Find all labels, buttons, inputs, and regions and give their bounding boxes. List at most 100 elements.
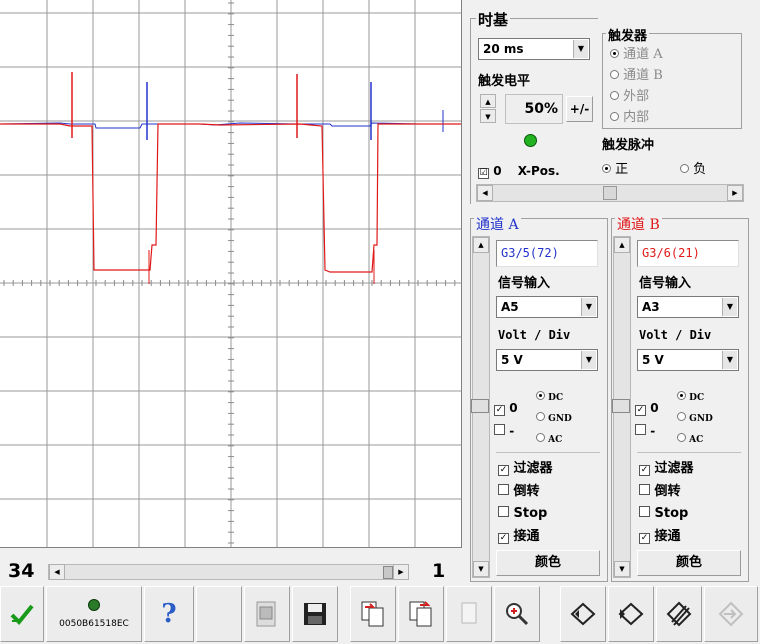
scroll-left-icon[interactable]: ◀ [49, 564, 65, 580]
channel-a-scrollbar[interactable]: ▲ ▼ [471, 236, 490, 578]
channel-b-coupling: DC GND AC [677, 388, 713, 451]
channel-a-input-select[interactable]: A5 ▼ [496, 296, 598, 318]
coupling-dc[interactable]: DC [536, 388, 572, 409]
pulse-negative[interactable]: 负 [680, 158, 706, 177]
trigger-level-unit: % [543, 101, 558, 117]
oscilloscope-screen[interactable] [0, 0, 462, 548]
device-id-label: 0050B61518EC [59, 619, 129, 629]
pulse-neg-label: 负 [693, 162, 707, 177]
trigger-title: 触发器 [606, 25, 650, 44]
channel-a-minus-row: - [494, 424, 514, 438]
channel-a-connect[interactable]: ✓ 接通 [498, 526, 553, 549]
channel-b-invert[interactable]: 倒转 [639, 481, 694, 504]
coupling-ac[interactable]: AC [677, 430, 713, 451]
channel-b-stop[interactable]: Stop [639, 503, 694, 526]
blank-document-icon [461, 602, 477, 624]
horizontal-scrollbar[interactable]: ◀ ▶ [48, 564, 409, 580]
radio-icon [680, 164, 689, 173]
crossed-diamond-icon [666, 601, 692, 627]
step-left-button[interactable] [560, 586, 606, 642]
reset-button[interactable] [656, 586, 702, 642]
scroll-up-icon[interactable]: ▲ [473, 237, 489, 253]
xpos-row: ☑ 0 X-Pos. [478, 164, 560, 179]
coupling-dc[interactable]: DC [677, 388, 713, 409]
xpos-left-icon[interactable]: ◀ [477, 185, 493, 201]
scroll-thumb[interactable] [383, 566, 393, 579]
checkbox-icon [639, 483, 650, 495]
channel-b-scrollbar[interactable]: ▲ ▼ [612, 236, 631, 578]
coupling-gnd[interactable]: GND [677, 409, 713, 430]
channel-b-volt-select[interactable]: 5 V ▼ [637, 349, 739, 371]
channel-a-offset-checkbox[interactable]: ✓ [494, 405, 505, 416]
chevron-down-icon: ▼ [722, 351, 737, 369]
channel-a-invert[interactable]: 倒转 [498, 481, 553, 504]
channel-a-offset-value: 0 [509, 401, 518, 415]
checkbox-icon [639, 506, 650, 517]
trigger-led-icon [524, 134, 537, 147]
channel-b-connect[interactable]: ✓ 接通 [639, 526, 694, 549]
xpos-right-icon[interactable]: ▶ [727, 185, 743, 201]
channel-b-color-button[interactable]: 颜色 [637, 550, 741, 576]
channel-b-input-select[interactable]: A3 ▼ [637, 296, 739, 318]
chevron-down-icon: ▼ [573, 40, 588, 58]
channel-a-stop[interactable]: Stop [498, 503, 553, 526]
xpos-checkbox[interactable]: ☑ [478, 168, 489, 179]
channel-a-input-label: 信号输入 [498, 276, 551, 291]
pulse-positive[interactable]: 正 [602, 158, 628, 177]
trigger-source-b[interactable]: 通道 B [610, 65, 663, 86]
copy-document-icon [361, 601, 384, 627]
scroll-thumb[interactable] [612, 399, 630, 413]
channel-a-title: 通道 A [474, 214, 521, 234]
trigger-source-int[interactable]: 内部 [610, 107, 663, 128]
diamond-arrow-icon [718, 601, 744, 627]
coupling-ac-label: AC [689, 435, 704, 445]
scroll-down-icon[interactable]: ▼ [473, 561, 489, 577]
zoom-button[interactable] [494, 586, 540, 642]
timebase-select[interactable]: 20 ms ▼ [478, 38, 590, 60]
channel-a-coupling: DC GND AC [536, 388, 572, 451]
xpos-thumb[interactable] [603, 186, 617, 200]
xpos-label: X-Pos. [517, 164, 560, 178]
export-gif-button[interactable] [244, 586, 290, 642]
channel-a-color-button[interactable]: 颜色 [496, 550, 600, 576]
scroll-up-icon[interactable]: ▲ [614, 237, 630, 253]
plusminus-button[interactable]: +/- [566, 96, 593, 122]
confirm-button[interactable] [0, 586, 44, 642]
scroll-down-icon[interactable]: ▼ [614, 561, 630, 577]
checkbox-icon [498, 506, 509, 517]
channel-b-signal[interactable]: G3/6(21) [637, 240, 739, 267]
xpos-scrollbar[interactable]: ◀ ▶ [476, 184, 744, 202]
scope-graticule [0, 0, 461, 547]
scroll-right-icon[interactable]: ▶ [393, 564, 409, 580]
channel-b-offset-checkbox[interactable]: ✓ [635, 405, 646, 416]
channel-b-minus-checkbox[interactable] [635, 424, 646, 435]
copy-b-button[interactable] [398, 586, 444, 642]
channel-a-volt-value: 5 V [501, 353, 523, 367]
level-down-icon[interactable]: ▼ [480, 109, 496, 123]
source-int-label: 内部 [623, 110, 650, 125]
channel-a-filter[interactable]: ✓ 过滤器 [498, 458, 553, 481]
trigger-source-a[interactable]: 通道 A [610, 44, 663, 65]
timebase-value: 20 ms [483, 42, 524, 56]
channel-b-options: ✓ 过滤器 倒转 Stop ✓ 接通 [639, 458, 694, 548]
trigger-level-field[interactable]: 50% [505, 94, 563, 124]
level-up-icon[interactable]: ▲ [480, 94, 496, 108]
channel-a-volt-select[interactable]: 5 V ▼ [496, 349, 598, 371]
trigger-source-ext[interactable]: 外部 [610, 86, 663, 107]
channel-a-signal[interactable]: G3/5(72) [496, 240, 598, 267]
step-right-button[interactable] [608, 586, 654, 642]
channel-b-filter[interactable]: ✓ 过滤器 [639, 458, 694, 481]
save-button[interactable] [292, 586, 338, 642]
help-button[interactable]: ? [144, 586, 194, 642]
copy-a-button[interactable] [350, 586, 396, 642]
checkbox-icon: ✓ [639, 465, 650, 476]
radio-icon [610, 70, 619, 79]
channel-a-minus-checkbox[interactable] [494, 424, 505, 435]
channel-a-input-value: A5 [501, 300, 519, 314]
radio-icon [610, 49, 619, 58]
channel-a-minus-label: - [509, 424, 515, 438]
coupling-gnd[interactable]: GND [536, 409, 572, 430]
device-status-button[interactable]: 0050B61518EC [46, 586, 142, 642]
coupling-ac[interactable]: AC [536, 430, 572, 451]
scroll-thumb[interactable] [471, 399, 489, 413]
